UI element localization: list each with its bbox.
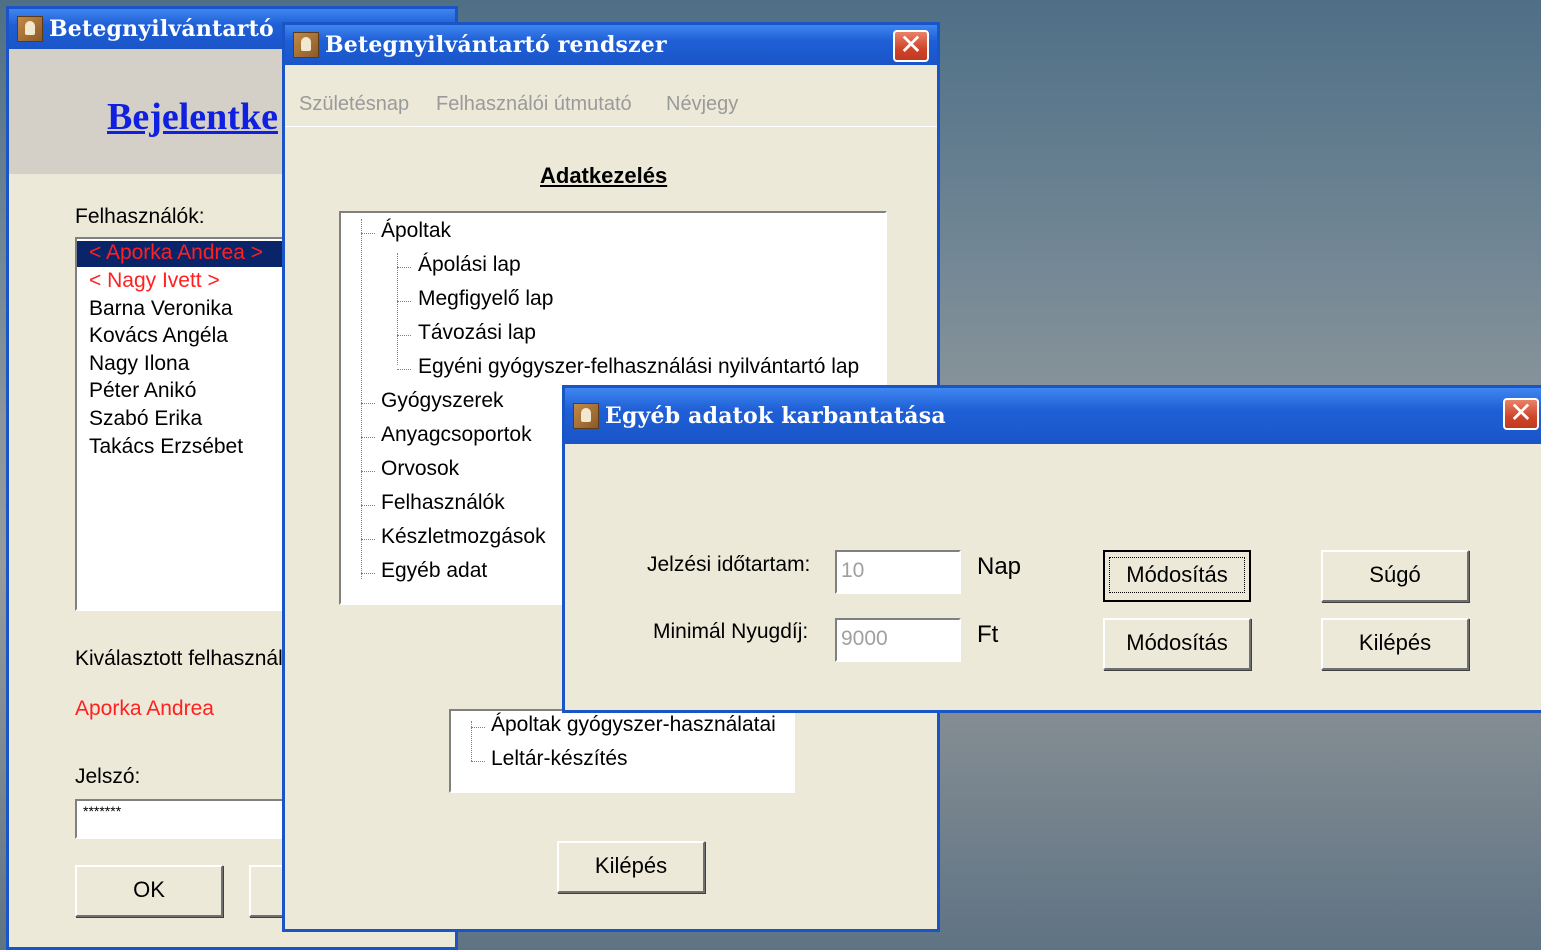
section-title: Adatkezelés xyxy=(540,163,668,188)
tree-item-egyeb-adat[interactable]: Egyéb adat xyxy=(381,559,487,583)
main-menubar: Születésnap Felhasználói útmutató Névjeg… xyxy=(285,65,937,127)
tree-item-tavozasi-lap[interactable]: Távozási lap xyxy=(418,321,536,345)
tree-connector xyxy=(397,301,411,302)
main-titlebar[interactable]: Betegnyilvántartó rendszer ✕ xyxy=(285,25,937,65)
tree-item-orvosok[interactable]: Orvosok xyxy=(381,457,459,481)
minimal-nyugdij-input[interactable]: 9000 xyxy=(835,618,961,662)
user-item-aporka-andrea[interactable]: < Aporka Andrea > xyxy=(89,241,263,265)
tree-connector xyxy=(361,505,375,506)
menu-item-felhasznaloi-utmutato[interactable]: Felhasználói útmutató xyxy=(436,93,632,116)
reports-tree[interactable]: Ápoltak gyógyszer-használatai Leltár-kés… xyxy=(449,709,795,793)
user-item-kovacs-angela[interactable]: Kovács Angéla xyxy=(89,324,228,348)
selected-user-value: Aporka Andrea xyxy=(75,697,214,720)
user-item-peter-aniko[interactable]: Péter Anikó xyxy=(89,379,196,403)
report-item-apoltak-gyogyszer-hasznalatai[interactable]: Ápoltak gyógyszer-használatai xyxy=(491,713,776,737)
user-item-takacs-erzsebet[interactable]: Takács Erzsébet xyxy=(89,435,243,459)
tree-connector xyxy=(361,233,375,234)
ok-button[interactable]: OK xyxy=(75,865,223,917)
jelzesi-idotartam-input[interactable]: 10 xyxy=(835,550,961,594)
tree-item-anyagcsoportok[interactable]: Anyagcsoportok xyxy=(381,423,532,447)
tree-item-felhasznalok[interactable]: Felhasználók xyxy=(381,491,505,515)
user-item-barna-veronika[interactable]: Barna Veronika xyxy=(89,297,233,321)
main-window-title: Betegnyilvántartó rendszer xyxy=(325,32,667,58)
selected-user-label: Kiválasztott felhasznál xyxy=(75,647,283,670)
tree-child-line xyxy=(397,253,398,365)
user-item-szabo-erika[interactable]: Szabó Erika xyxy=(89,407,202,431)
tree-connector xyxy=(361,437,375,438)
tree-item-egyeni-gyogyszer-lap[interactable]: Egyéni gyógyszer-felhasználási nyilvánta… xyxy=(418,355,859,379)
menu-item-nevjegy[interactable]: Névjegy xyxy=(666,93,738,116)
jelzesi-idotartam-label: Jelzési időtartam: xyxy=(647,553,811,576)
modositas-button-1-label: Módosítás xyxy=(1109,557,1245,593)
tree-connector xyxy=(397,267,411,268)
main-exit-button[interactable]: Kilépés xyxy=(557,841,705,893)
tree-item-gyogyszerek[interactable]: Gyógyszerek xyxy=(381,389,504,413)
close-icon: ✕ xyxy=(899,28,923,61)
other-data-window-title: Egyéb adatok karbantatása xyxy=(605,403,946,429)
tree-item-megfigyelo-lap[interactable]: Megfigyelő lap xyxy=(418,287,553,311)
tree-connector xyxy=(471,727,485,728)
other-data-exit-button[interactable]: Kilépés xyxy=(1321,618,1469,670)
help-button[interactable]: Súgó xyxy=(1321,550,1469,602)
tree-item-apoltak[interactable]: Ápoltak xyxy=(381,219,451,243)
login-heading: Bejelentke xyxy=(107,96,278,138)
app-icon xyxy=(17,16,43,42)
tree-item-keszletmozgasok[interactable]: Készletmozgások xyxy=(381,525,546,549)
users-label: Felhasználók: xyxy=(75,205,205,228)
tree-connector xyxy=(397,369,411,370)
tree-connector xyxy=(361,471,375,472)
tree-connector xyxy=(361,539,375,540)
user-item-nagy-ivett[interactable]: < Nagy Ivett > xyxy=(89,269,220,293)
minimal-nyugdij-label: Minimál Nyugdíj: xyxy=(653,620,809,643)
jelzesi-idotartam-unit: Nap xyxy=(977,553,1022,580)
main-close-button[interactable]: ✕ xyxy=(893,30,929,62)
close-icon: ✕ xyxy=(1509,396,1533,429)
app-icon xyxy=(573,403,599,429)
tree-item-apolasi-lap[interactable]: Ápolási lap xyxy=(418,253,521,277)
report-item-leltar-keszites[interactable]: Leltár-készítés xyxy=(491,747,628,771)
other-data-close-button[interactable]: ✕ xyxy=(1503,398,1539,430)
modositas-button-1[interactable]: Módosítás xyxy=(1103,550,1251,602)
app-icon xyxy=(293,32,319,58)
minimal-nyugdij-unit: Ft xyxy=(977,621,999,648)
tree-connector xyxy=(361,573,375,574)
user-item-nagy-ilona[interactable]: Nagy Ilona xyxy=(89,352,189,376)
other-data-window: Egyéb adatok karbantatása ✕ Jelzési időt… xyxy=(562,385,1541,713)
other-data-titlebar[interactable]: Egyéb adatok karbantatása ✕ xyxy=(565,388,1541,444)
tree-connector xyxy=(397,335,411,336)
tree-connector xyxy=(471,761,485,762)
menu-item-szuletesnap[interactable]: Születésnap xyxy=(299,93,409,116)
login-window-title: Betegnyilvántartó r xyxy=(49,16,294,42)
modositas-button-2[interactable]: Módosítás xyxy=(1103,618,1251,670)
password-label: Jelszó: xyxy=(75,765,141,788)
tree-connector xyxy=(361,403,375,404)
tree-root-line xyxy=(361,219,362,579)
